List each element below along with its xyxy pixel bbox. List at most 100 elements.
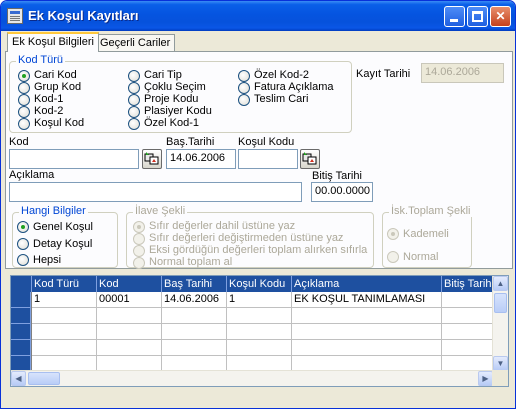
radio-dot bbox=[17, 221, 29, 233]
aciklama-label: Açıklama bbox=[9, 169, 55, 181]
bitis-tarihi-field[interactable]: 00.00.0000 bbox=[311, 182, 373, 202]
cell-empty[interactable] bbox=[97, 324, 162, 340]
cell-empty[interactable] bbox=[442, 308, 494, 324]
aciklama-field[interactable] bbox=[9, 182, 302, 202]
bas-tarihi-field[interactable]: 14.06.2006 bbox=[166, 149, 236, 169]
cell-bitis-tarihi[interactable] bbox=[442, 292, 494, 308]
close-icon: ✕ bbox=[495, 9, 506, 23]
radio-dot bbox=[133, 233, 145, 245]
table-row[interactable] bbox=[11, 308, 508, 324]
cell-empty[interactable] bbox=[442, 340, 494, 356]
scrollbar-corner bbox=[492, 370, 508, 386]
scroll-right-button[interactable]: ▶ bbox=[478, 371, 493, 386]
ek-kosul-kayitlari-window: Ek Koşul Kayıtları ✕ Ek Koşul Bilgileri … bbox=[0, 0, 516, 409]
isk-toplam-sekli-title: İsk.Toplam Şekli bbox=[389, 205, 473, 217]
col-header-aciklama[interactable]: Açıklama bbox=[292, 276, 442, 292]
bas-tarihi-label: Baş.Tarihi bbox=[166, 136, 215, 148]
row-indicator[interactable] bbox=[11, 308, 31, 324]
cell-empty[interactable] bbox=[32, 324, 97, 340]
cell-kod[interactable]: 00001 bbox=[97, 292, 162, 308]
cell-empty[interactable] bbox=[162, 308, 227, 324]
vertical-scrollbar[interactable]: ▲ ▼ bbox=[492, 276, 508, 372]
window-title: Ek Koşul Kayıtları bbox=[28, 8, 139, 23]
kayit-tarihi-field: 14.06.2006 bbox=[421, 63, 504, 83]
cell-empty[interactable] bbox=[292, 324, 442, 340]
ilave-sekli-group: İlave Şekli Sıfır değerler dahil üstüne … bbox=[126, 205, 374, 269]
cell-empty[interactable] bbox=[97, 308, 162, 324]
cell-empty[interactable] bbox=[227, 340, 292, 356]
cell-empty[interactable] bbox=[97, 340, 162, 356]
radio-dot bbox=[133, 245, 145, 257]
table-row[interactable] bbox=[11, 324, 508, 340]
col-header-kosul-kodu[interactable]: Koşul Kodu bbox=[227, 276, 292, 292]
radio-dot bbox=[18, 82, 30, 94]
cell-empty[interactable] bbox=[442, 324, 494, 340]
radio-dot bbox=[238, 82, 250, 94]
kod-label: Kod bbox=[9, 136, 29, 148]
ilave-sekli-title: İlave Şekli bbox=[133, 205, 188, 217]
cell-empty[interactable] bbox=[227, 308, 292, 324]
radio-dot bbox=[128, 82, 140, 94]
kosul-kodu-lookup-button[interactable] bbox=[300, 149, 320, 169]
horizontal-scrollbar[interactable]: ◀ ▶ bbox=[11, 370, 494, 386]
cell-kod-turu[interactable]: 1 bbox=[32, 292, 97, 308]
kosul-kodu-label: Koşul Kodu bbox=[238, 136, 295, 148]
kosul-kodu-field[interactable] bbox=[238, 149, 298, 169]
radio-dot bbox=[387, 251, 399, 263]
form-icon bbox=[7, 8, 23, 24]
col-header-bitis-tarihi[interactable]: Bitiş Tarihi bbox=[442, 276, 494, 292]
scroll-thumb[interactable] bbox=[494, 293, 507, 313]
arrow-left-icon: ◀ bbox=[15, 374, 22, 383]
radio-dot bbox=[387, 228, 399, 240]
kod-turu-title: Kod Türü bbox=[16, 54, 66, 66]
tab-panel: Kod Türü Cari Kod Grup Kod Kod-1 Kod-2 K… bbox=[5, 51, 513, 269]
scroll-down-button[interactable]: ▼ bbox=[493, 356, 508, 371]
cell-empty[interactable] bbox=[162, 340, 227, 356]
arrow-down-icon: ▼ bbox=[496, 359, 505, 368]
col-header-kod[interactable]: Kod bbox=[97, 276, 162, 292]
kod-field[interactable] bbox=[9, 149, 139, 169]
cell-empty[interactable] bbox=[162, 324, 227, 340]
scroll-left-button[interactable]: ◀ bbox=[11, 371, 26, 386]
cell-empty[interactable] bbox=[32, 308, 97, 324]
cell-aciklama[interactable]: EK KOŞUL TANIMLAMASI bbox=[292, 292, 442, 308]
radio-dot bbox=[18, 118, 30, 130]
radio-dot bbox=[17, 254, 29, 266]
radio-dot bbox=[17, 238, 29, 250]
radio-dot bbox=[238, 70, 250, 82]
tab-gecerli-cariler[interactable]: Geçerli Cariler bbox=[95, 34, 176, 52]
radio-dot bbox=[128, 106, 140, 118]
cell-empty[interactable] bbox=[292, 340, 442, 356]
tab-ek-kosul-bilgileri[interactable]: Ek Koşul Bilgileri bbox=[7, 32, 99, 52]
kod-turu-group: Kod Türü Cari Kod Grup Kod Kod-1 Kod-2 K… bbox=[9, 54, 352, 133]
title-bar[interactable]: Ek Koşul Kayıtları ✕ bbox=[1, 1, 515, 31]
row-indicator[interactable] bbox=[11, 340, 31, 356]
maximize-button[interactable] bbox=[467, 6, 488, 27]
minimize-button[interactable] bbox=[444, 6, 465, 27]
kod-lookup-button[interactable] bbox=[142, 149, 162, 169]
scroll-up-button[interactable]: ▲ bbox=[493, 276, 508, 291]
maximize-icon bbox=[472, 11, 483, 22]
hangi-bilgiler-group: Hangi Bilgiler Genel Koşul Detay Koşul H… bbox=[12, 205, 118, 268]
col-header-bas-tarihi[interactable]: Baş Tarihi bbox=[162, 276, 227, 292]
row-indicator[interactable] bbox=[11, 292, 31, 308]
close-button[interactable]: ✕ bbox=[490, 6, 511, 27]
scroll-thumb-horizontal[interactable] bbox=[28, 372, 60, 385]
table-row[interactable]: 1 00001 14.06.2006 1 EK KOŞUL TANIMLAMAS… bbox=[11, 292, 508, 308]
cell-kosul-kodu[interactable]: 1 bbox=[227, 292, 292, 308]
cell-empty[interactable] bbox=[32, 340, 97, 356]
col-header-kod-turu[interactable]: Kod Türü bbox=[32, 276, 97, 292]
cell-empty[interactable] bbox=[227, 324, 292, 340]
lookup-icon bbox=[302, 152, 317, 165]
radio-dot bbox=[128, 118, 140, 130]
radio-dot bbox=[128, 94, 140, 106]
hangi-bilgiler-title: Hangi Bilgiler bbox=[19, 205, 88, 217]
cell-empty[interactable] bbox=[292, 308, 442, 324]
row-indicator[interactable] bbox=[11, 324, 31, 340]
radio-dot bbox=[133, 221, 145, 233]
arrow-up-icon: ▲ bbox=[496, 279, 505, 288]
bitis-tarihi-label: Bitiş Tarihi bbox=[312, 170, 362, 182]
cell-bas-tarihi[interactable]: 14.06.2006 bbox=[162, 292, 227, 308]
table-row[interactable] bbox=[11, 340, 508, 356]
radio-dot bbox=[18, 70, 30, 82]
